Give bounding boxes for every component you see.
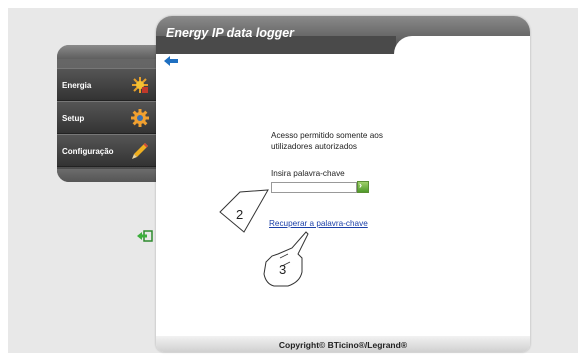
gear-icon: [131, 109, 149, 127]
callout-2-number: 2: [236, 207, 244, 222]
callout-3-number: 3: [279, 262, 287, 277]
sidebar-menu: Energia Setup Configuração: [57, 45, 161, 182]
sidebar-item-label: Energia: [62, 81, 92, 90]
pointing-hand-icon: [263, 231, 309, 287]
sidebar-item-label: Configuração: [62, 147, 114, 156]
password-field[interactable]: [271, 182, 357, 193]
pencil-icon: [132, 143, 148, 159]
submit-button[interactable]: ›: [357, 180, 369, 193]
footer-bar: Copyright© BTicino®/Legrand®: [156, 336, 530, 352]
recover-password-link[interactable]: Recuperar a palavra-chave: [269, 219, 368, 228]
copyright-text: Copyright© BTicino®/Legrand®: [278, 340, 408, 350]
back-arrow-icon[interactable]: [164, 56, 178, 66]
header-notch: [394, 36, 530, 54]
access-message: Acesso permitido somente aos utilizadore…: [271, 131, 383, 151]
sidebar-item-label: Setup: [62, 114, 85, 123]
sidebar-item-energia[interactable]: Energia: [57, 68, 161, 101]
sidebar-item-setup[interactable]: Setup: [57, 101, 161, 134]
sidebar-item-configuracao[interactable]: Configuração: [57, 134, 161, 167]
logout-icon[interactable]: [137, 230, 153, 242]
energy-icon: [132, 77, 148, 93]
sidebar-header: [57, 45, 161, 59]
password-label: Insira palavra-chave: [271, 169, 345, 178]
sidebar-footer: [57, 169, 161, 182]
app-title: Energy IP data logger: [166, 26, 295, 40]
header-bar: Energy IP data logger: [156, 16, 530, 54]
main-panel: Energy IP data logger Acesso permitido s…: [156, 16, 530, 352]
arrow-right-icon: ›: [359, 180, 362, 190]
